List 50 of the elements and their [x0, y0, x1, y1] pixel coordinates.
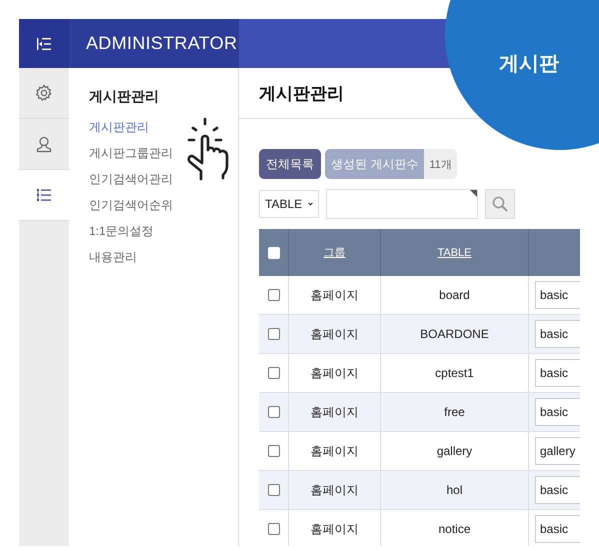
menu-item[interactable]: 인기검색어관리 — [89, 171, 238, 188]
table-cell: 홈페이지 — [289, 354, 381, 393]
field-select[interactable]: TABLE — [259, 190, 319, 218]
menu-heading: 게시판관리 — [89, 88, 160, 106]
caret-icon — [308, 201, 313, 207]
skin-select[interactable]: basic — [535, 515, 580, 543]
table-cell: 홈페이지 — [289, 432, 381, 471]
skin-select[interactable]: basic — [535, 476, 580, 504]
count-value: 11개 — [424, 149, 457, 179]
skin-select[interactable]: gallery — [535, 437, 580, 465]
table-cell: board — [381, 276, 529, 315]
menu-item[interactable]: 게시판관리 — [89, 119, 238, 136]
table-cell: cptest1 — [381, 354, 529, 393]
checkbox[interactable] — [268, 406, 280, 418]
checkbox[interactable] — [268, 328, 280, 340]
list-icon — [35, 186, 53, 204]
checkbox[interactable] — [268, 523, 280, 535]
menu-item[interactable]: 1:1문의설정 — [89, 223, 238, 240]
table-cell: 홈페이지 — [289, 315, 381, 354]
menu-collapse-icon — [37, 38, 51, 50]
search-icon — [492, 196, 508, 212]
corner-mark-icon — [470, 190, 477, 197]
table-cell: BOARDONE — [381, 315, 529, 354]
count-label: 생성된 게시판수 — [325, 149, 424, 179]
checkbox[interactable] — [268, 289, 280, 301]
column-sort-link[interactable]: TABLE — [437, 246, 472, 258]
menu-item[interactable]: 인기검색어순위 — [89, 197, 238, 214]
column-sort-link[interactable]: 그룹 — [324, 245, 346, 260]
menu-item[interactable]: 게시판그룹관리 — [89, 145, 238, 162]
table-cell: 홈페이지 — [289, 393, 381, 432]
settings-icon — [35, 84, 53, 102]
user-icon — [35, 135, 53, 153]
table-cell: hol — [381, 471, 529, 510]
menu-item[interactable]: 내용관리 — [89, 249, 238, 266]
skin-select[interactable]: basic — [535, 320, 580, 348]
skin-select[interactable]: basic — [535, 398, 580, 426]
search-button[interactable] — [485, 189, 515, 219]
search-field[interactable] — [326, 189, 478, 219]
checkbox[interactable] — [268, 484, 280, 496]
checkbox[interactable] — [268, 445, 280, 457]
skin-select[interactable]: basic — [535, 281, 580, 309]
table-cell: free — [381, 393, 529, 432]
admin-title: ADMINISTRATOR — [69, 19, 239, 68]
checkbox[interactable] — [268, 367, 280, 379]
skin-select[interactable]: basic — [535, 359, 580, 387]
table-cell: 홈페이지 — [289, 471, 381, 510]
list-all-button[interactable]: 전체목록 — [259, 149, 321, 179]
menu-toggle-button[interactable] — [19, 19, 69, 68]
table-cell: 홈페이지 — [289, 276, 381, 315]
table-cell: gallery — [381, 432, 529, 471]
